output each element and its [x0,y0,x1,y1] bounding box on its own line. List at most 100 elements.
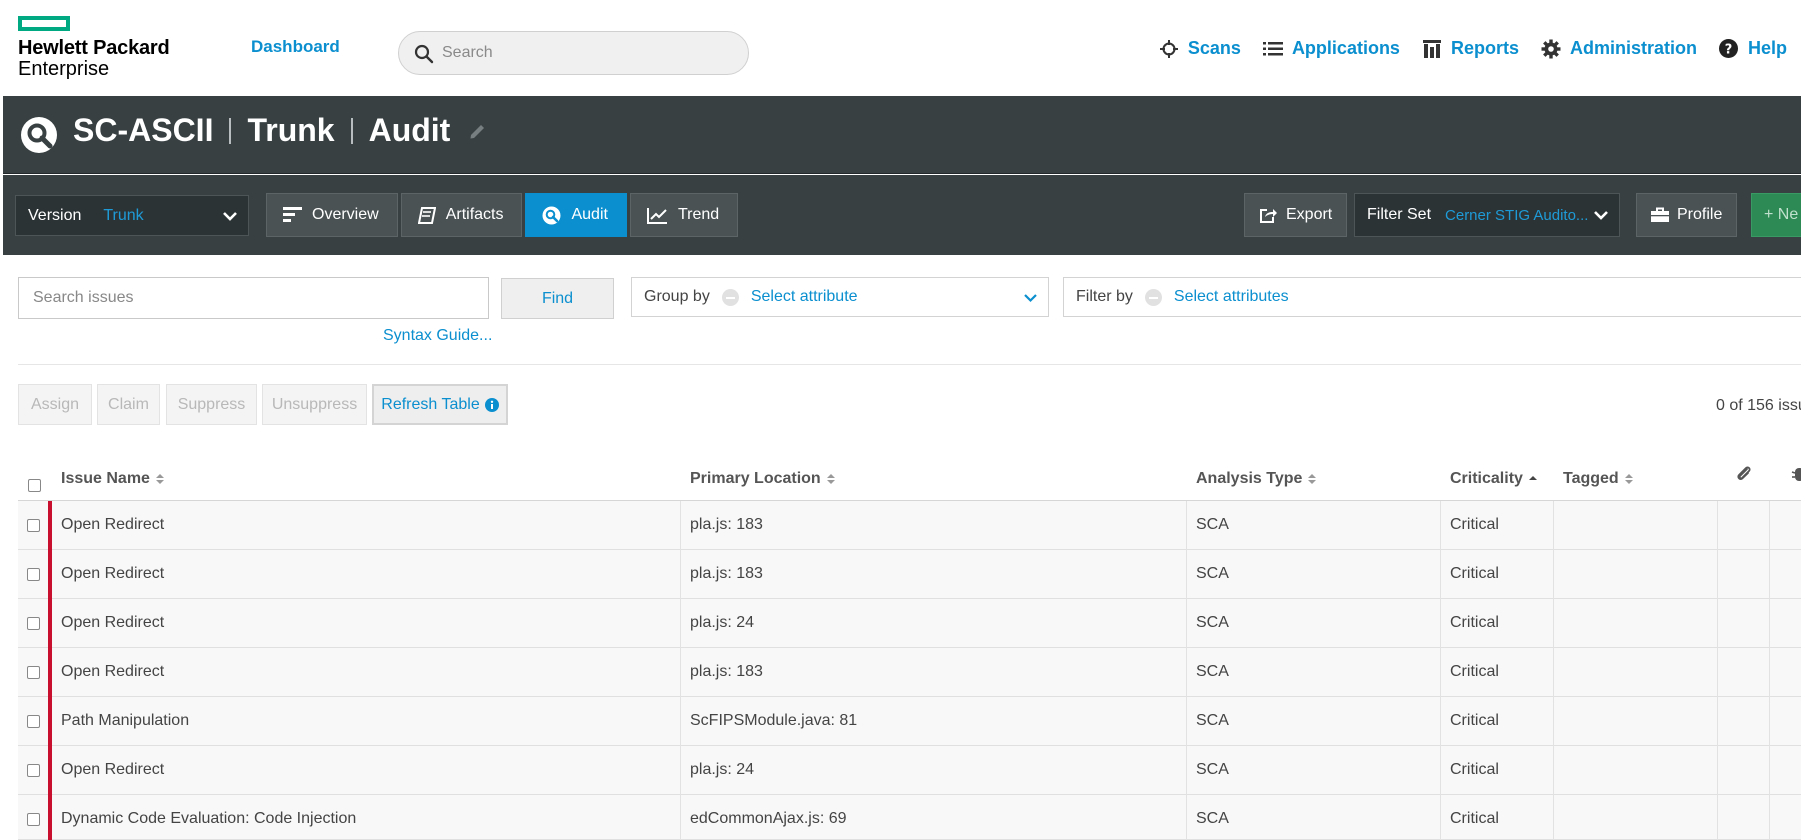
issues-table-header: Issue Name Primary Location Analysis Typ… [18,458,1801,501]
nav-applications[interactable]: Applications [1262,38,1400,59]
filter-by-value: Select attributes [1173,288,1289,305]
select-all-checkbox[interactable] [28,479,41,492]
column-divider [1186,795,1187,840]
column-divider [680,746,681,795]
title-breadcrumb: SC-ASCII Trunk Audit [73,112,488,149]
paperclip-icon[interactable] [1735,465,1753,483]
bug-icon[interactable] [1790,465,1801,483]
criticality-cell: Critical [1450,810,1499,827]
column-divider [1186,648,1187,697]
analysis-type-cell: SCA [1196,663,1229,680]
assign-button[interactable]: Assign [18,384,92,425]
profile-button[interactable]: Profile [1636,193,1738,237]
issue-name-cell[interactable]: Open Redirect [61,614,164,632]
table-row[interactable]: Open Redirect pla.js: 183 SCA Critical [18,501,1801,550]
version-label: Version [28,206,82,224]
primary-location-cell: pla.js: 183 [690,565,763,582]
row-checkbox[interactable] [27,715,40,728]
row-checkbox[interactable] [27,764,40,777]
new-button[interactable]: + Ne [1751,193,1801,237]
table-row[interactable]: Open Redirect pla.js: 183 SCA Critical [18,648,1801,697]
tab-audit[interactable]: Audit [525,193,627,237]
breadcrumb-separator [229,117,232,144]
issue-search-field [18,277,489,319]
table-row[interactable]: Open Redirect pla.js: 24 SCA Critical [18,599,1801,648]
find-button[interactable]: Find [501,278,614,319]
pencil-icon[interactable] [468,121,488,141]
sort-icon [826,473,835,485]
column-tagged[interactable]: Tagged [1563,470,1633,488]
column-issue-name[interactable]: Issue Name [61,470,164,488]
column-divider [1440,795,1441,840]
column-divider [1717,501,1718,550]
column-divider [1769,501,1770,550]
unsuppress-button[interactable]: Unsuppress [262,384,367,425]
row-checkbox[interactable] [27,666,40,679]
critical-severity-bar [48,550,52,599]
column-criticality[interactable]: Criticality [1450,470,1537,488]
column-divider [1440,648,1441,697]
column-divider [680,648,681,697]
row-checkbox[interactable] [27,617,40,630]
global-search-input[interactable] [442,40,732,66]
issue-name-cell[interactable]: Path Manipulation [61,712,189,730]
issue-name-cell[interactable]: Open Redirect [61,663,164,681]
export-icon [1260,208,1277,223]
issue-search-input[interactable] [19,278,488,318]
version-selector[interactable]: Version Trunk [15,195,249,236]
row-checkbox[interactable] [27,813,40,826]
section-divider [18,364,1801,365]
hpe-logo[interactable]: Hewlett Packard Enterprise [18,16,193,82]
breadcrumb-version[interactable]: Trunk [247,112,334,149]
group-by-selector[interactable]: Group by Select attribute [631,277,1049,317]
column-divider [1186,550,1187,599]
dashboard-link[interactable]: Dashboard [251,37,340,57]
column-analysis-type[interactable]: Analysis Type [1196,470,1317,488]
primary-location-cell: pla.js: 24 [690,761,755,778]
issue-name-cell[interactable]: Open Redirect [61,565,164,583]
export-button[interactable]: Export [1244,193,1348,237]
nav-administration[interactable]: Administration [1541,38,1697,59]
nav-reports[interactable]: Reports [1422,38,1519,59]
critical-severity-bar [48,501,52,550]
tab-trend[interactable]: Trend [629,193,739,237]
search-icon [414,44,434,64]
row-checkbox[interactable] [27,568,40,581]
column-primary-location[interactable]: Primary Location [690,470,835,488]
analysis-type-cell: SCA [1196,712,1229,729]
tab-audit-label: Audit [571,206,608,223]
sort-ascending-icon [1528,473,1537,485]
analysis-type-cell: SCA [1196,614,1229,631]
table-row[interactable]: Open Redirect pla.js: 24 SCA Critical [18,746,1801,795]
issue-name-cell[interactable]: Open Redirect [61,761,164,779]
row-checkbox[interactable] [27,519,40,532]
tab-artifacts[interactable]: Artifacts [400,193,523,237]
suppress-button[interactable]: Suppress [166,384,257,425]
chevron-down-icon [1024,294,1037,303]
table-row[interactable]: Path Manipulation ScFIPSModule.java: 81 … [18,697,1801,746]
nav-help[interactable]: ? Help [1719,38,1787,59]
issue-name-cell[interactable]: Open Redirect [61,516,164,534]
claim-button[interactable]: Claim [97,384,160,425]
remove-circle-icon [721,288,739,306]
breadcrumb-application[interactable]: SC-ASCII [73,112,213,149]
table-row[interactable]: Open Redirect pla.js: 183 SCA Critical [18,550,1801,599]
global-search[interactable] [398,31,749,75]
briefcase-icon [1651,207,1669,222]
column-divider [1440,697,1441,746]
filter-set-selector[interactable]: Filter Set Cerner STIG Audito... [1354,193,1620,237]
syntax-guide-link[interactable]: Syntax Guide... [383,327,492,345]
criticality-cell: Critical [1450,516,1499,533]
table-row[interactable]: Dynamic Code Evaluation: Code Injection … [18,795,1801,840]
tab-overview[interactable]: Overview [266,193,398,237]
column-divider [1769,550,1770,599]
issue-name-cell[interactable]: Dynamic Code Evaluation: Code Injection [61,810,356,828]
critical-severity-bar [48,795,52,840]
nav-reports-label: Reports [1450,38,1519,58]
filter-by-selector[interactable]: Filter by Select attributes [1063,277,1801,317]
nav-scans[interactable]: Scans [1159,38,1241,59]
critical-severity-bar [48,697,52,746]
refresh-table-button[interactable]: Refresh Table [372,384,508,425]
application-title-bar: SC-ASCII Trunk Audit [3,96,1801,174]
column-divider [1440,746,1441,795]
